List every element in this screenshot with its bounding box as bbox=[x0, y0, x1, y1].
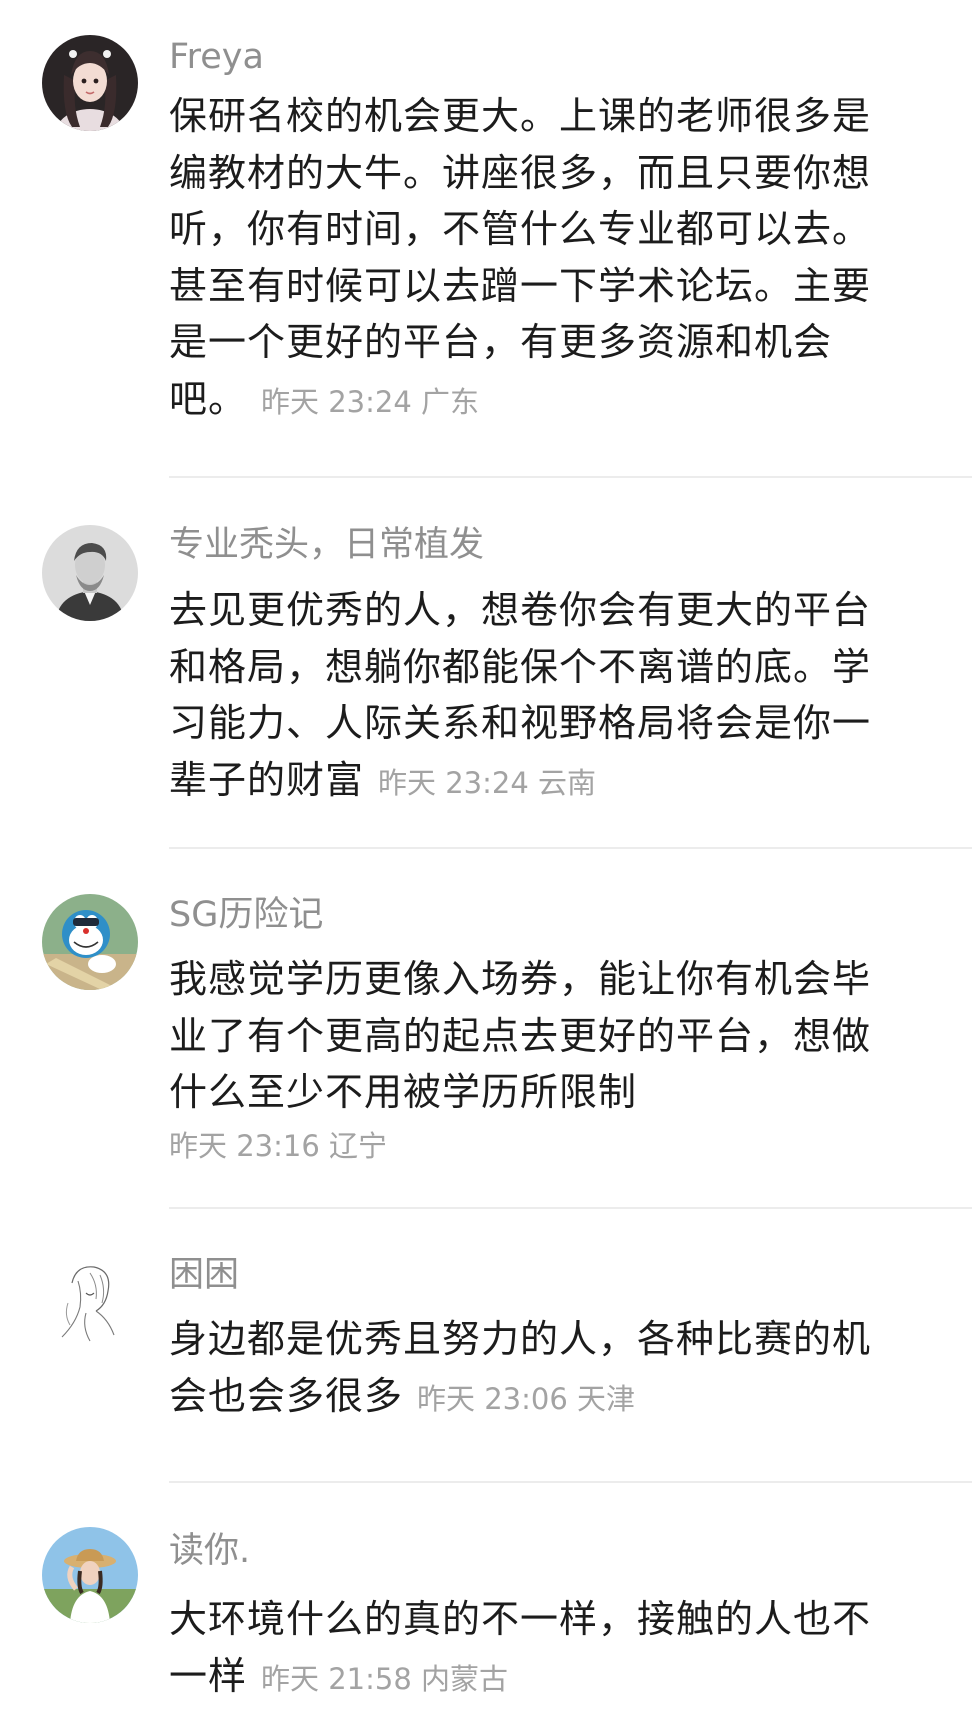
comment-meta: 昨天 23:06 天津 bbox=[417, 1382, 635, 1416]
divider bbox=[169, 847, 972, 849]
comment-text: 我感觉学历更像入场券，能让你有机会毕业了有个更高的起点去更好的平台，想做什么至少… bbox=[169, 951, 889, 1171]
username[interactable]: 读你. bbox=[169, 1529, 250, 1573]
comment-text: 去见更优秀的人，想卷你会有更大的平台和格局，想躺你都能保个不离谱的底。学习能力、… bbox=[169, 582, 889, 811]
comment-body: 我感觉学历更像入场券，能让你有机会毕业了有个更高的起点去更好的平台，想做什么至少… bbox=[169, 957, 872, 1114]
comment-location: 云南 bbox=[538, 765, 597, 800]
avatar-sketch-icon[interactable] bbox=[42, 1253, 138, 1349]
comment-time: 昨天 23:24 bbox=[261, 384, 412, 419]
username[interactable]: SG历险记 bbox=[169, 893, 323, 937]
comment-time: 昨天 23:16 bbox=[169, 1128, 320, 1163]
divider bbox=[169, 476, 972, 478]
comment-time: 昨天 23:06 bbox=[417, 1381, 568, 1416]
comment-location: 天津 bbox=[577, 1381, 636, 1416]
avatar-photo-icon[interactable] bbox=[42, 1527, 138, 1623]
comment-body: 保研名校的机会更大。上课的老师很多是编教材的大牛。讲座很多，而且只要你想听，你有… bbox=[169, 94, 872, 421]
comment-meta: 昨天 23:16 辽宁 bbox=[169, 1121, 889, 1171]
comment-time: 昨天 21:58 bbox=[261, 1661, 412, 1696]
comment-text: 大环境什么的真的不一样，接触的人也不一样 昨天 21:58 内蒙古 bbox=[169, 1591, 889, 1707]
username[interactable]: 专业秃头，日常植发 bbox=[169, 523, 484, 567]
comment-text: 保研名校的机会更大。上课的老师很多是编教材的大牛。讲座很多，而且只要你想听，你有… bbox=[169, 88, 889, 430]
comment-meta: 昨天 23:24 云南 bbox=[378, 766, 596, 800]
avatar-portrait-icon[interactable] bbox=[42, 525, 138, 621]
avatar-girl-icon[interactable] bbox=[42, 35, 138, 131]
comment-meta: 昨天 23:24 广东 bbox=[261, 385, 479, 419]
username[interactable]: 困困 bbox=[169, 1253, 239, 1297]
avatar-cartoon-icon[interactable] bbox=[42, 894, 138, 990]
comment-location: 广东 bbox=[421, 384, 480, 419]
comment-location: 辽宁 bbox=[329, 1128, 388, 1163]
comment-location: 内蒙古 bbox=[421, 1661, 509, 1696]
comment-meta: 昨天 21:58 内蒙古 bbox=[261, 1662, 508, 1696]
comment-time: 昨天 23:24 bbox=[378, 765, 529, 800]
username[interactable]: Freya bbox=[169, 35, 264, 79]
divider bbox=[169, 1481, 972, 1483]
divider bbox=[169, 1207, 972, 1209]
comment-text: 身边都是优秀且努力的人，各种比赛的机会也会多很多 昨天 23:06 天津 bbox=[169, 1311, 889, 1427]
